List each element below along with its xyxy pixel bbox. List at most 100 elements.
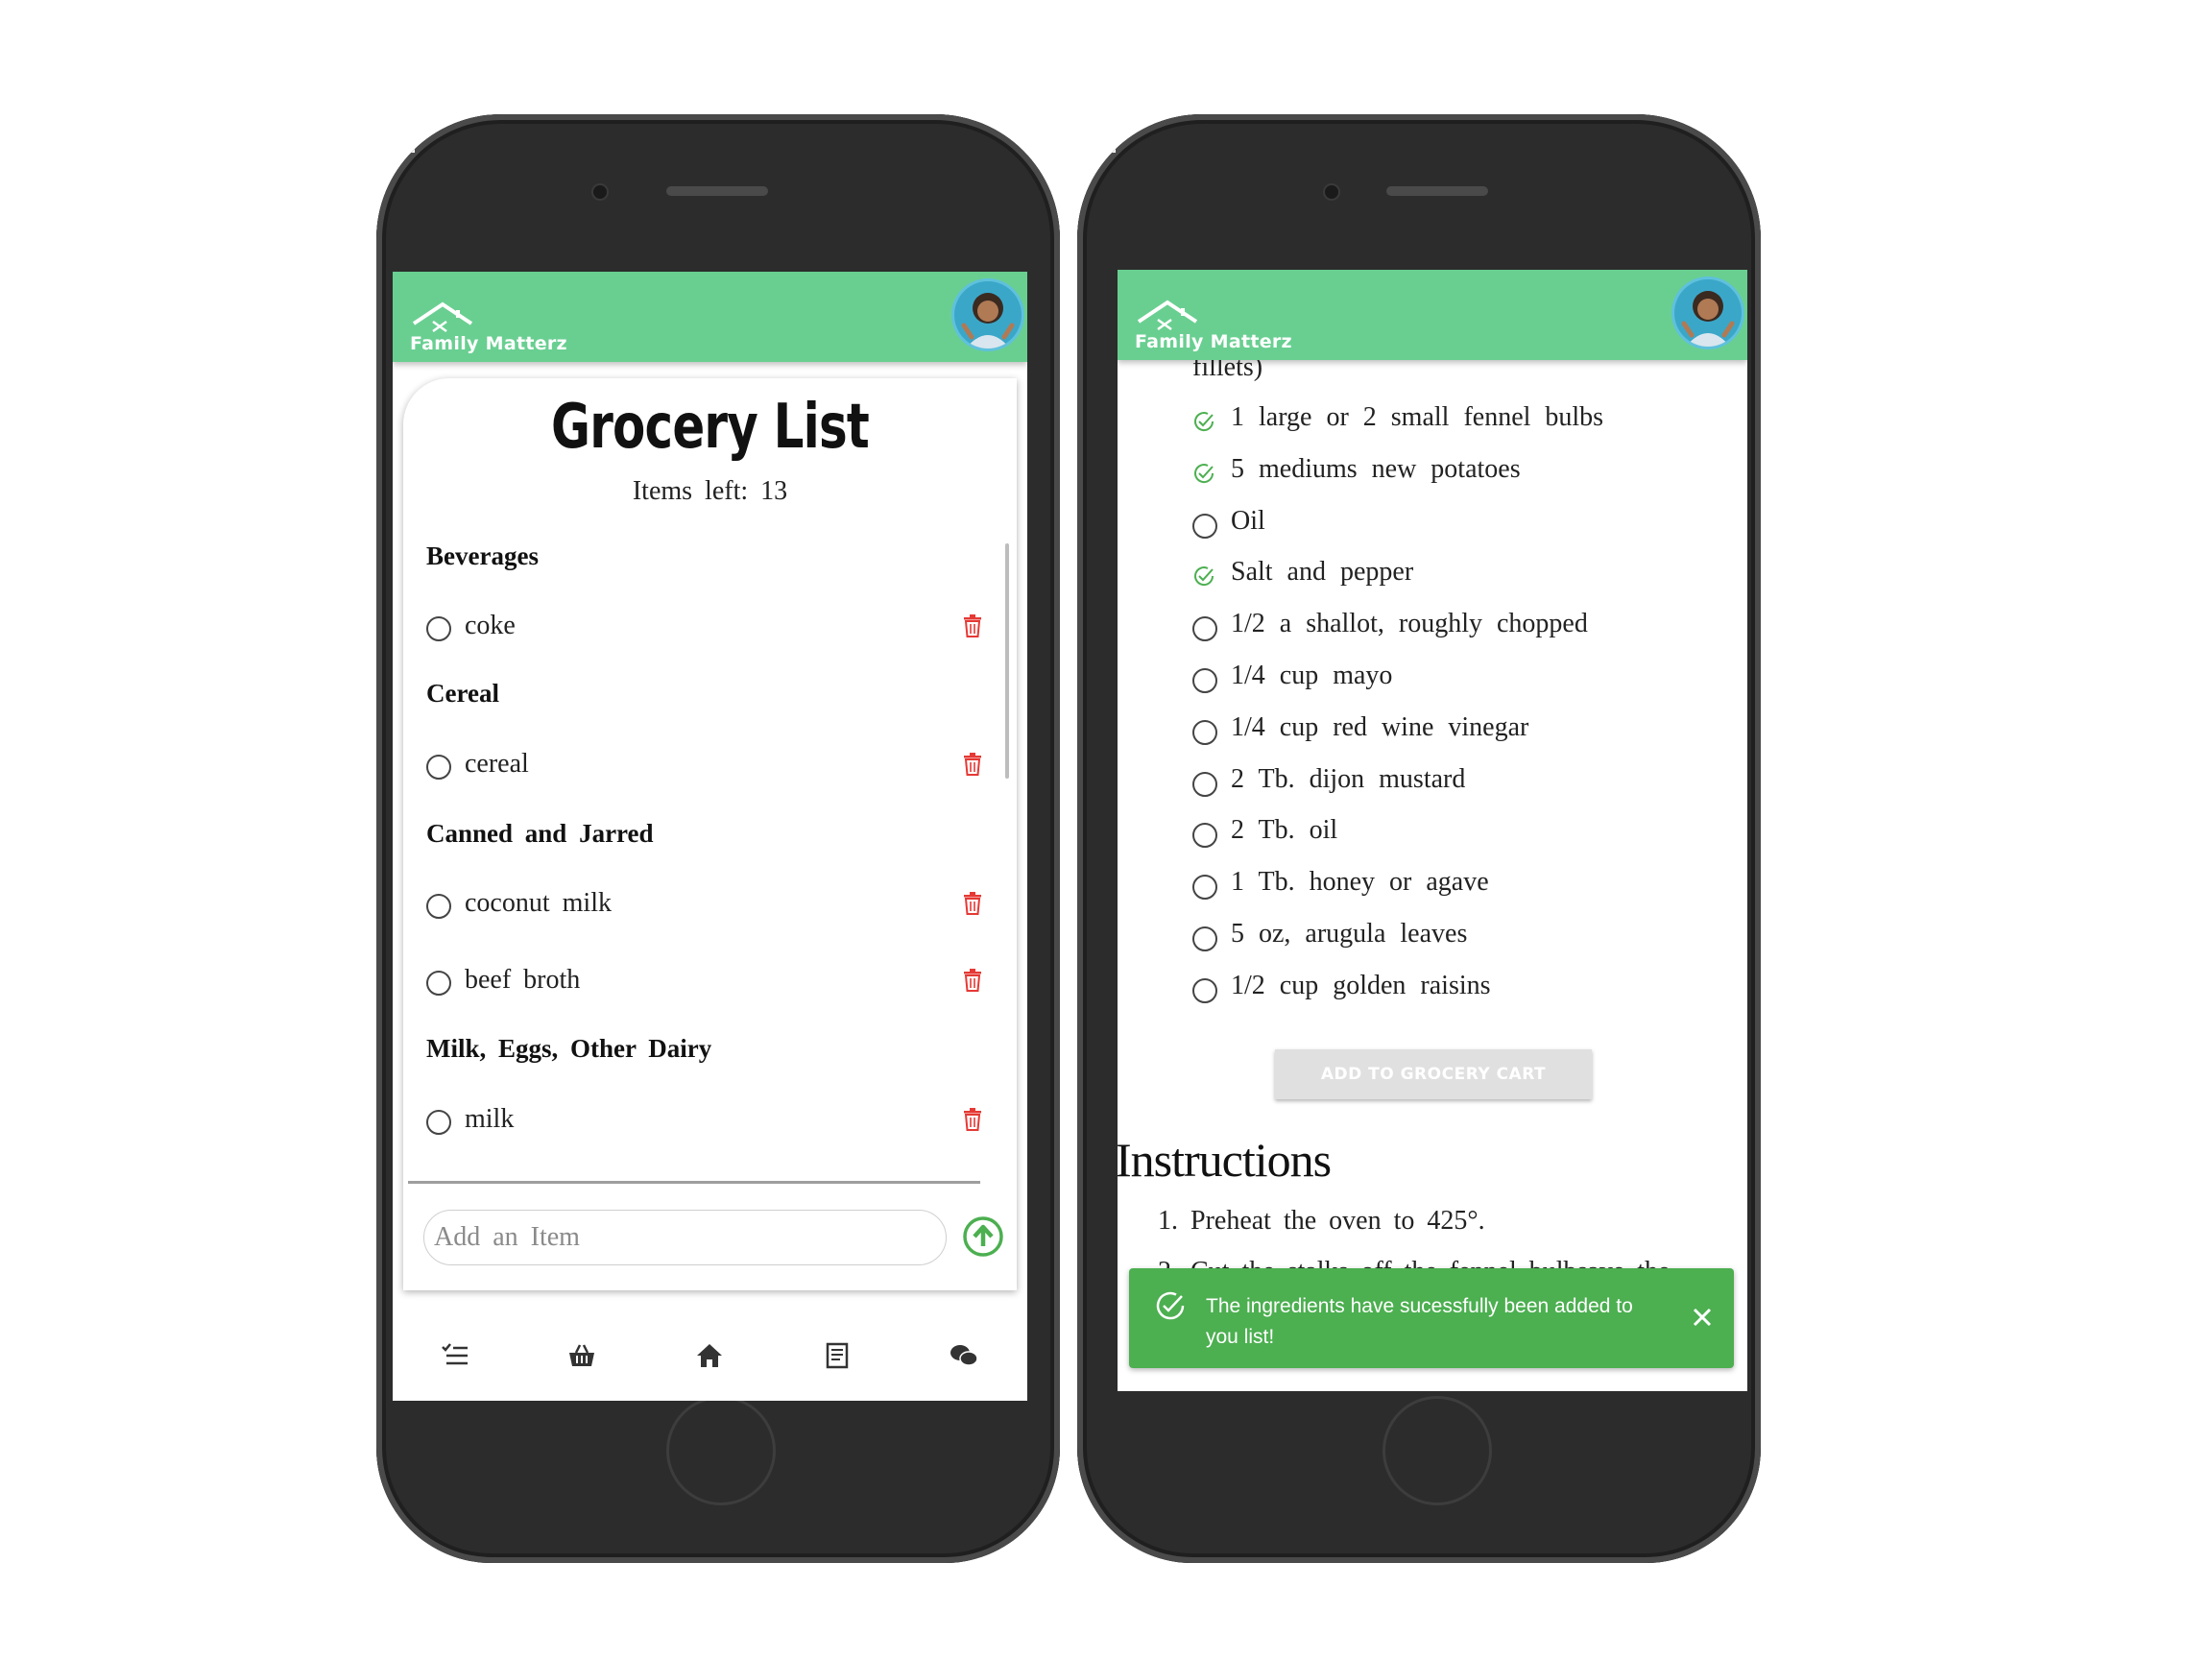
items-left-count: Items left: 13 xyxy=(632,476,788,506)
ingredient-label: 1/2 a shallot, roughly chopped xyxy=(1231,609,1588,639)
user-avatar-icon xyxy=(961,293,1015,349)
house-logo-icon xyxy=(1137,300,1198,331)
recipe-book-icon[interactable] xyxy=(823,1341,852,1370)
ingredient-item[interactable]: 2 Tb. dijon mustard xyxy=(1192,764,1730,803)
ingredient-checkbox[interactable] xyxy=(1192,771,1217,797)
grocery-screen: Family Matterz Grocery List Items left: … xyxy=(393,272,1027,1401)
phone-right: Family Matterz fillets) 1 large or 2 sma… xyxy=(1077,114,1761,1563)
ingredient-item[interactable]: 5 mediums new potatoes xyxy=(1192,454,1730,493)
ingredient-label: 2 Tb. dijon mustard xyxy=(1231,763,1466,794)
check-circle-icon[interactable] xyxy=(1192,565,1215,588)
house-logo-icon xyxy=(412,301,473,333)
ingredient-label: 1 Tb. honey or agave xyxy=(1231,867,1489,898)
list-item[interactable]: beef broth xyxy=(426,965,983,1003)
item-label: cereal xyxy=(465,749,529,779)
add-item-input[interactable] xyxy=(423,1210,947,1265)
category-heading: Cereal xyxy=(426,679,499,708)
ingredient-item[interactable]: Salt and pepper xyxy=(1192,557,1730,595)
trash-icon[interactable] xyxy=(962,969,983,992)
trash-icon[interactable] xyxy=(962,892,983,915)
ingredient-checkbox[interactable] xyxy=(1192,823,1217,849)
home-icon[interactable] xyxy=(695,1341,724,1370)
app-logo[interactable]: Family Matterz xyxy=(410,301,567,358)
speaker xyxy=(666,186,768,196)
check-circle-icon[interactable] xyxy=(1192,462,1215,485)
avatar[interactable] xyxy=(1674,279,1742,347)
item-label: beef broth xyxy=(465,965,581,995)
success-toast: The ingredients have sucessfully been ad… xyxy=(1129,1268,1734,1368)
ingredient-label: 5 mediums new potatoes xyxy=(1231,453,1521,484)
item-label: milk xyxy=(465,1104,515,1134)
ingredient-label: 1/4 cup red wine vinegar xyxy=(1231,711,1529,742)
item-checkbox[interactable] xyxy=(426,755,451,780)
list-item[interactable]: cereal xyxy=(426,749,983,787)
ingredient-item[interactable]: 1/2 a shallot, roughly chopped xyxy=(1192,609,1730,647)
list-item[interactable]: coke xyxy=(426,611,983,649)
item-checkbox[interactable] xyxy=(426,1110,451,1135)
recipe-content: fillets) 1 large or 2 small fennel bulbs… xyxy=(1118,270,1747,1391)
category-heading: Milk, Eggs, Other Dairy xyxy=(426,1034,712,1063)
ingredient-item[interactable]: Oil xyxy=(1192,506,1730,544)
bottom-nav xyxy=(393,1309,1027,1401)
home-hardware-button[interactable] xyxy=(666,1396,776,1505)
ingredient-label: 2 Tb. oil xyxy=(1231,815,1338,846)
ingredient-checkbox[interactable] xyxy=(1192,875,1217,901)
category-heading: Canned and Jarred xyxy=(426,819,654,848)
instructions-heading: Instructions xyxy=(1118,1133,1332,1187)
chat-icon[interactable] xyxy=(950,1341,978,1370)
item-checkbox[interactable] xyxy=(426,616,451,641)
ingredient-checkbox[interactable] xyxy=(1192,719,1217,745)
ingredient-label: Salt and pepper xyxy=(1231,557,1414,588)
scrollbar[interactable] xyxy=(1005,543,1009,779)
recipe-screen: Family Matterz fillets) 1 large or 2 sma… xyxy=(1118,270,1747,1391)
basket-icon[interactable] xyxy=(567,1341,596,1370)
app-logo[interactable]: Family Matterz xyxy=(1135,299,1292,356)
check-circle-icon[interactable] xyxy=(1192,410,1215,433)
ingredient-item[interactable]: 1/4 cup mayo xyxy=(1192,661,1730,699)
grocery-card: Grocery List Items left: 13 Beverages co… xyxy=(403,378,1017,1290)
checklist-icon[interactable] xyxy=(441,1341,469,1370)
ingredient-item[interactable]: 1/2 cup golden raisins xyxy=(1192,971,1730,1009)
ingredient-checkbox[interactable] xyxy=(1192,616,1217,642)
ingredient-label: 1/4 cup mayo xyxy=(1231,661,1393,690)
item-checkbox[interactable] xyxy=(426,971,451,996)
toast-message: The ingredients have sucessfully been ad… xyxy=(1206,1295,1633,1348)
check-circle-icon xyxy=(1156,1291,1185,1320)
camera xyxy=(1325,185,1338,199)
ingredient-checkbox[interactable] xyxy=(1192,977,1217,1003)
ingredient-item[interactable]: 1 Tb. honey or agave xyxy=(1192,867,1730,905)
ingredient-label: 1/2 cup golden raisins xyxy=(1231,970,1491,1000)
camera xyxy=(593,185,607,199)
item-checkbox[interactable] xyxy=(426,894,451,919)
phone-left: Family Matterz Grocery List Items left: … xyxy=(376,114,1060,1563)
item-label: coconut milk xyxy=(465,888,612,918)
ingredient-item[interactable]: 1/4 cup red wine vinegar xyxy=(1192,712,1730,751)
ingredient-label: Oil xyxy=(1231,505,1265,536)
user-avatar-icon xyxy=(1681,291,1735,347)
list-item[interactable]: coconut milk xyxy=(426,888,983,926)
page-title: Grocery List xyxy=(550,392,870,463)
brand-name: Family Matterz xyxy=(410,333,567,354)
ingredient-label: 1 large or 2 small fennel bulbs xyxy=(1231,402,1604,432)
close-icon[interactable] xyxy=(1690,1305,1715,1330)
item-label: coke xyxy=(465,611,516,640)
ingredient-checkbox[interactable] xyxy=(1192,668,1217,693)
ingredient-checkbox[interactable] xyxy=(1192,926,1217,951)
ingredient-item[interactable]: 2 Tb. oil xyxy=(1192,815,1730,854)
list-item[interactable]: milk xyxy=(426,1104,983,1142)
avatar[interactable] xyxy=(954,281,1022,349)
add-to-grocery-cart-button[interactable]: ADD TO GROCERY CART xyxy=(1275,1049,1592,1099)
add-item-submit-icon[interactable] xyxy=(962,1215,1004,1258)
ingredient-item[interactable]: 1 large or 2 small fennel bulbs xyxy=(1192,402,1730,441)
ingredient-item[interactable]: 5 oz, arugula leaves xyxy=(1192,919,1730,957)
ingredient-checkbox[interactable] xyxy=(1192,513,1217,539)
category-heading: Beverages xyxy=(426,541,539,570)
trash-icon[interactable] xyxy=(962,753,983,776)
trash-icon[interactable] xyxy=(962,614,983,637)
instruction-step: 1. Preheat the oven to 425°. xyxy=(1158,1206,1485,1236)
home-hardware-button[interactable] xyxy=(1382,1396,1492,1505)
trash-icon[interactable] xyxy=(962,1108,983,1131)
speaker xyxy=(1386,186,1488,196)
app-bar: Family Matterz xyxy=(1118,270,1747,360)
divider xyxy=(408,1181,980,1184)
